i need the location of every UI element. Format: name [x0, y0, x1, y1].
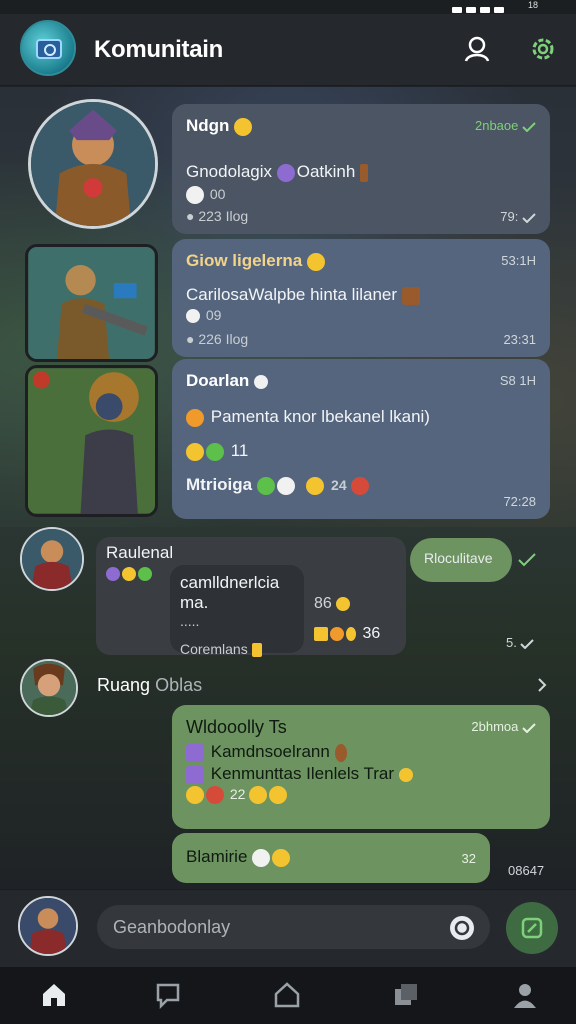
app-header: Komunitain: [0, 14, 576, 86]
group-count-a: 86: [314, 595, 352, 613]
quoted-author: Coremlans: [180, 641, 294, 658]
page-title: Komunitain: [94, 36, 223, 63]
message-reactions[interactable]: 11: [186, 441, 536, 461]
chevron-right-icon[interactable]: [536, 677, 548, 693]
status-bar: 18: [0, 0, 576, 14]
cards-icon[interactable]: [392, 981, 420, 1009]
settings-icon[interactable]: [528, 34, 558, 64]
message-meta: ● 226 Ilog: [186, 331, 249, 347]
message-bubble[interactable]: Ndgn 2nbaoe Gnodolagix Oatkinh 00 ● 223 …: [172, 104, 550, 234]
app-logo-icon[interactable]: [20, 20, 76, 76]
avatar[interactable]: [28, 99, 158, 229]
message-meta-time: 79:: [500, 209, 536, 224]
sender-name: Doarlan: [186, 371, 536, 391]
message-footer-time: 72:28: [503, 494, 536, 509]
message-text: Blamirie: [186, 847, 476, 867]
message-text: CarilosaWalpbe hinta lilaner: [186, 285, 536, 305]
sticker-icon[interactable]: [448, 914, 476, 942]
message-bubble[interactable]: Doarlan S8 1H Pamenta knor lbekanel lkan…: [172, 359, 550, 519]
message-image[interactable]: [25, 365, 158, 517]
message-reactions[interactable]: 22: [186, 786, 536, 805]
group-time: 5.: [506, 635, 535, 650]
hero-avatar-icon: [20, 898, 76, 954]
sender-name: Raulenal: [106, 543, 174, 562]
profile-icon[interactable]: [511, 981, 539, 1009]
composer: Geanbodonlay: [0, 889, 576, 967]
knight-artwork-icon: [28, 368, 155, 514]
gunner-artwork-icon: [28, 247, 155, 359]
bottom-nav: [0, 967, 576, 1024]
message-meta: ● 223 Ilog: [186, 208, 249, 224]
message-text: Kamdnsoelrann: [186, 742, 536, 762]
message-subline: 09: [186, 307, 536, 324]
message-time: S8 1H: [499, 373, 536, 388]
chat-icon[interactable]: [154, 981, 182, 1009]
group-count-b: 36: [314, 625, 380, 643]
message-time: 2bhmoa: [471, 719, 536, 734]
battery-level: 18: [527, 0, 538, 10]
message-text: Kenmunttas Ilenlels Trar: [186, 764, 536, 784]
message-text: Gnodolagix Oatkinh: [186, 162, 536, 182]
quoted-dots: .....: [180, 613, 200, 629]
quoted-text: camlldnerlcia ma.: [180, 573, 280, 612]
warrior-portrait-icon: [31, 102, 155, 226]
message-bubble[interactable]: Wldooolly Ts 2bhmoa Kamdnsoelrann Kenmun…: [172, 705, 550, 829]
message-image[interactable]: [25, 244, 158, 362]
warrior-avatar-icon: [22, 529, 82, 589]
search-icon[interactable]: [462, 34, 492, 64]
chat-feed[interactable]: Ndgn 2nbaoe Gnodolagix Oatkinh 00 ● 223 …: [0, 87, 576, 889]
message-footer: Mtrioiga 24: [186, 475, 536, 495]
message-time: 32: [461, 851, 476, 866]
message-text: Pamenta knor lbekanel lkani): [186, 407, 536, 427]
elf-avatar-icon: [22, 661, 76, 715]
read-tick-icon: [518, 553, 536, 567]
message-subline: 00: [186, 186, 536, 205]
message-time: 08647: [508, 863, 545, 878]
avatar[interactable]: [20, 527, 84, 591]
send-button[interactable]: [506, 902, 558, 954]
message-time: 2nbaoe: [475, 118, 536, 133]
message-input[interactable]: Geanbodonlay: [97, 905, 490, 949]
avatar[interactable]: [20, 659, 78, 717]
sender-name: Giow ligelerna: [186, 251, 536, 271]
house-icon[interactable]: [273, 981, 301, 1009]
signal-icon: [452, 0, 518, 13]
message-bubble[interactable]: Giow ligelerna 53:1H CarilosaWalpbe hint…: [172, 239, 550, 357]
quoted-message[interactable]: camlldnerlcia ma. ..... Coremlans: [170, 565, 304, 658]
my-avatar[interactable]: [18, 896, 78, 956]
message-time: 53:1H: [501, 253, 536, 268]
reply-button[interactable]: Rloculitave: [410, 538, 512, 582]
message-meta-time: 23:31: [503, 332, 536, 347]
send-icon: [521, 917, 543, 939]
message-bubble[interactable]: Blamirie 32: [172, 833, 490, 883]
thread-title[interactable]: Ruang Oblas: [97, 675, 202, 696]
home-icon[interactable]: [40, 981, 68, 1009]
